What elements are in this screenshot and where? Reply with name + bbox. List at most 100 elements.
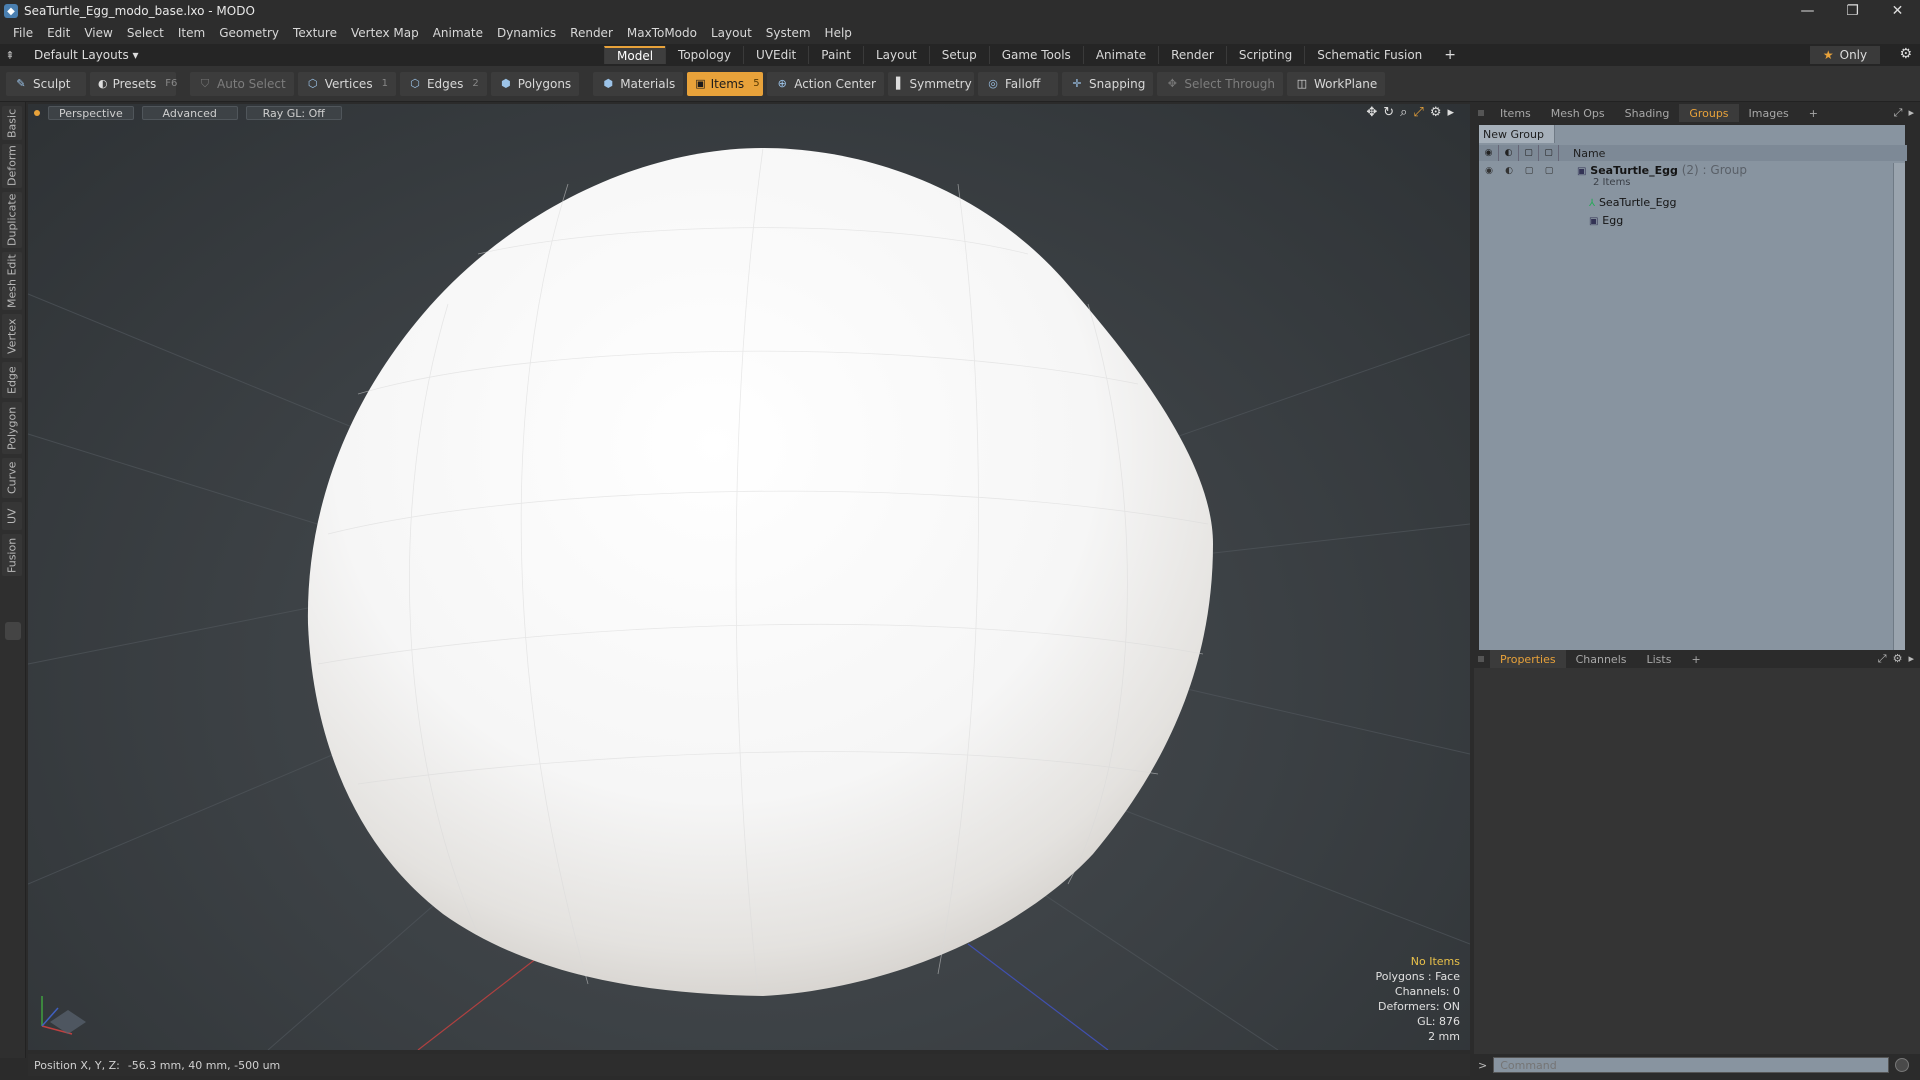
vtab-mesh-edit[interactable]: Mesh Edit xyxy=(2,252,22,310)
render-column-icon[interactable]: ◐ xyxy=(1499,145,1519,161)
viewport-expand-icon[interactable]: ▸ xyxy=(1447,105,1454,120)
falloff-button[interactable]: ◎ Falloff xyxy=(978,71,1058,96)
maximize-button[interactable]: ❐ xyxy=(1830,0,1875,22)
vtab-vertex[interactable]: Vertex xyxy=(2,314,22,358)
edges-button[interactable]: ⬡ Edges 2 xyxy=(399,71,487,96)
tab-game-tools[interactable]: Game Tools xyxy=(988,46,1083,64)
vertices-button[interactable]: ⬡ Vertices 1 xyxy=(297,71,396,96)
tab-model[interactable]: Model xyxy=(604,46,666,64)
panel-settings-icon[interactable]: ⚙ xyxy=(1893,652,1903,666)
left-panel-toggle[interactable] xyxy=(5,622,21,640)
action-center-button[interactable]: ⊕ Action Center xyxy=(767,71,884,96)
panel-grip-icon[interactable] xyxy=(1478,110,1484,116)
vtab-curve[interactable]: Curve xyxy=(2,458,22,498)
shading-mode-select[interactable]: Advanced xyxy=(141,106,238,120)
menu-file[interactable]: File xyxy=(6,26,40,40)
menu-layout[interactable]: Layout xyxy=(704,26,759,40)
panel-expand-icon[interactable]: ⤢ xyxy=(1894,106,1903,120)
symmetry-button[interactable]: ▌ Symmetry xyxy=(888,71,974,96)
menu-help[interactable]: Help xyxy=(818,26,859,40)
add-tab-icon[interactable]: + xyxy=(1434,47,1466,63)
vtab-duplicate[interactable]: Duplicate xyxy=(2,192,22,248)
visibility-eye-icon[interactable]: ◉ xyxy=(1479,163,1499,179)
select-toggle-icon[interactable]: ▢ xyxy=(1539,163,1559,179)
tab-schematic-fusion[interactable]: Schematic Fusion xyxy=(1304,46,1434,64)
tab-render[interactable]: Render xyxy=(1158,46,1226,64)
menu-render[interactable]: Render xyxy=(563,26,620,40)
select-column-icon[interactable]: ▢ xyxy=(1539,145,1559,161)
menu-vertex-map[interactable]: Vertex Map xyxy=(344,26,426,40)
tab-channels[interactable]: Channels xyxy=(1566,650,1637,668)
menu-geometry[interactable]: Geometry xyxy=(212,26,286,40)
menu-system[interactable]: System xyxy=(759,26,818,40)
menu-animate[interactable]: Animate xyxy=(426,26,490,40)
menu-view[interactable]: View xyxy=(77,26,119,40)
menu-item[interactable]: Item xyxy=(171,26,212,40)
3d-viewport[interactable]: Perspective Advanced Ray GL: Off ✥ ↻ ⌕ ⤢… xyxy=(28,104,1470,1050)
add-panel-tab-icon[interactable]: + xyxy=(1681,650,1710,668)
vtab-basic[interactable]: Basic xyxy=(2,106,22,140)
panel-arrow-icon[interactable]: ▸ xyxy=(1908,106,1914,120)
raygl-toggle[interactable]: Ray GL: Off xyxy=(245,106,342,120)
panel-grip-icon[interactable] xyxy=(1478,656,1484,662)
zoom-icon[interactable]: ⌕ xyxy=(1400,105,1407,120)
record-icon[interactable] xyxy=(1895,1058,1910,1072)
fit-icon[interactable]: ⤢ xyxy=(1413,105,1423,120)
panel-expand-icon[interactable]: ⤢ xyxy=(1878,652,1887,666)
panel-arrow-icon[interactable]: ▸ xyxy=(1908,652,1914,666)
tab-scripting[interactable]: Scripting xyxy=(1225,46,1304,64)
sculpt-button[interactable]: ✎ Sculpt xyxy=(6,71,86,96)
add-panel-tab-icon[interactable]: + xyxy=(1799,104,1828,122)
tab-uvedit[interactable]: UVEdit xyxy=(743,46,808,64)
auto-select-button[interactable]: ⛉ Auto Select xyxy=(190,71,294,96)
tab-images[interactable]: Images xyxy=(1739,104,1799,122)
vtab-edge[interactable]: Edge xyxy=(2,362,22,398)
presets-button[interactable]: ◐ Presets F6 xyxy=(90,71,177,96)
items-button[interactable]: ▣ Items 5 xyxy=(687,71,764,96)
vtab-fusion[interactable]: Fusion xyxy=(2,534,22,576)
viewport-settings-icon[interactable]: ⚙ xyxy=(1430,105,1442,120)
layout-select[interactable]: Default Layouts ▾ xyxy=(20,48,180,62)
tab-shading[interactable]: Shading xyxy=(1615,104,1680,122)
visibility-column-icon[interactable]: ◉ xyxy=(1479,145,1499,161)
new-group-button[interactable]: New Group xyxy=(1479,125,1555,143)
menu-dynamics[interactable]: Dynamics xyxy=(490,26,563,40)
tab-setup[interactable]: Setup xyxy=(928,46,989,64)
gear-icon[interactable]: ⚙ xyxy=(1899,46,1912,62)
name-column-header[interactable]: Name xyxy=(1559,147,1605,160)
tab-mesh-ops[interactable]: Mesh Ops xyxy=(1541,104,1615,122)
snapping-button[interactable]: ✛ Snapping xyxy=(1062,71,1154,96)
tab-lists[interactable]: Lists xyxy=(1637,650,1682,668)
tab-animate[interactable]: Animate xyxy=(1082,46,1158,64)
menu-texture[interactable]: Texture xyxy=(286,26,344,40)
only-toggle[interactable]: ★ Only xyxy=(1810,46,1880,64)
tab-layout[interactable]: Layout xyxy=(862,46,929,64)
polygons-button[interactable]: ⬢ Polygons xyxy=(490,71,580,96)
tab-items[interactable]: Items xyxy=(1490,104,1541,122)
close-button[interactable]: ✕ xyxy=(1875,0,1920,22)
select-through-button[interactable]: ✥ Select Through xyxy=(1157,71,1283,96)
menu-select[interactable]: Select xyxy=(120,26,171,40)
materials-button[interactable]: ⬢ Materials xyxy=(593,71,684,96)
vtab-polygon[interactable]: Polygon xyxy=(2,402,22,454)
lock-toggle-icon[interactable]: ▢ xyxy=(1519,163,1539,179)
tab-topology[interactable]: Topology xyxy=(665,46,743,64)
vtab-deform[interactable]: Deform xyxy=(2,144,22,188)
tab-properties[interactable]: Properties xyxy=(1490,650,1566,668)
vtab-uv[interactable]: UV xyxy=(2,502,22,530)
workplane-button[interactable]: ◫ WorkPlane xyxy=(1286,71,1386,96)
render-toggle-icon[interactable]: ◐ xyxy=(1499,163,1519,179)
lock-column-icon[interactable]: ▢ xyxy=(1519,145,1539,161)
menu-edit[interactable]: Edit xyxy=(40,26,77,40)
tab-paint[interactable]: Paint xyxy=(808,46,863,64)
list-item[interactable]: ⅄ SeaTurtle_Egg xyxy=(1479,195,1907,213)
viewport-menu-dot[interactable] xyxy=(34,110,40,116)
command-input[interactable] xyxy=(1493,1057,1890,1073)
layout-arrow-icon[interactable]: ⇞ xyxy=(0,49,20,62)
list-item[interactable]: ▣ Egg xyxy=(1479,213,1907,231)
rotate-icon[interactable]: ↻ xyxy=(1383,105,1394,120)
minimize-button[interactable]: — xyxy=(1785,0,1830,22)
menu-maxtomodo[interactable]: MaxToModo xyxy=(620,26,704,40)
tab-groups[interactable]: Groups xyxy=(1679,104,1739,122)
pan-icon[interactable]: ✥ xyxy=(1366,105,1377,120)
